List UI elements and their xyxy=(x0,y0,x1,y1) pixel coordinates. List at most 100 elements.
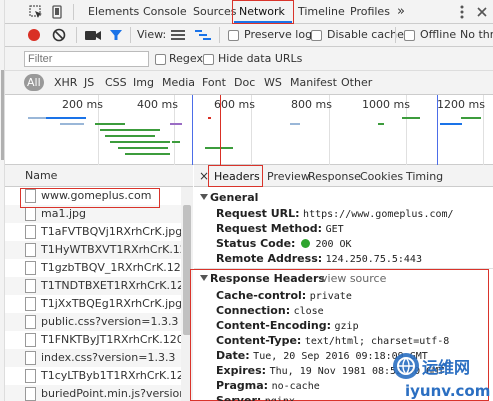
general-section-title[interactable]: General xyxy=(210,191,258,204)
name-column-header[interactable]: Name xyxy=(25,169,57,183)
header-key: Pragma: xyxy=(216,379,269,392)
devtools-toolbar: Elements Console Sources Network Timelin… xyxy=(0,0,493,24)
selected-request-highlight xyxy=(20,188,160,208)
response-headers-section-title[interactable]: Response Headers xyxy=(210,272,325,285)
timeline-tick-label: 800 ms xyxy=(291,98,332,111)
header-key: Connection: xyxy=(216,304,291,317)
waterfall-bar xyxy=(440,123,462,125)
request-detail-panel: × Headers Preview Response Cookies Timin… xyxy=(190,165,493,401)
filter-ws[interactable]: WS xyxy=(264,76,282,90)
waterfall-bar xyxy=(461,117,481,119)
filter-font[interactable]: Font xyxy=(202,76,226,90)
tab-sources[interactable]: Sources xyxy=(193,0,237,24)
window-edge xyxy=(0,0,5,401)
request-row[interactable]: buriedPoint.min.js?version=... xyxy=(0,385,181,401)
request-row[interactable]: T1aFVTBQVj1RXrhCrK.jpg xyxy=(0,223,181,241)
header-value: close xyxy=(293,306,324,317)
capture-screenshots-icon[interactable] xyxy=(85,29,101,41)
filter-icon[interactable] xyxy=(109,28,123,42)
tab-preview[interactable]: Preview xyxy=(267,170,310,183)
response-header-row: Connection: close xyxy=(216,304,324,319)
request-list-header: Name xyxy=(0,165,193,187)
tab-timeline[interactable]: Timeline xyxy=(298,0,345,24)
disable-cache-checkbox[interactable] xyxy=(311,30,322,41)
record-icon[interactable] xyxy=(28,29,40,41)
tab-profiles[interactable]: Profiles xyxy=(350,0,390,24)
request-row[interactable]: T1TNDTBXET1RXrhCrK.120x... xyxy=(0,277,181,295)
controls-divider xyxy=(395,27,396,43)
file-icon xyxy=(25,243,36,257)
view-source-link[interactable]: view source xyxy=(321,272,386,286)
dock-side-menu-icon[interactable] xyxy=(460,5,464,19)
header-key: Status Code: xyxy=(216,237,296,250)
controls-divider xyxy=(76,27,77,43)
request-row[interactable]: T1jXxTBQEg1RXrhCrK.jpg xyxy=(0,295,181,313)
device-mode-icon[interactable] xyxy=(51,5,63,19)
request-row[interactable]: T1FNKTByJT1RXrhCrK.120x8... xyxy=(0,331,181,349)
response-headers-expand-arrow-icon[interactable] xyxy=(200,275,208,281)
filter-doc[interactable]: Doc xyxy=(234,76,255,90)
preserve-log-checkbox[interactable] xyxy=(228,30,239,41)
status-code-row: Status Code: 200 OK xyxy=(216,237,352,252)
request-rows: www.gomeplus.com ma1.jpg T1aFVTBQVj1RXrhCr… xyxy=(0,187,181,401)
hide-data-urls-label: Hide data URLs xyxy=(218,52,303,65)
timeline-tick-label: 1000 ms xyxy=(362,98,410,111)
request-name: T1gzbTBQV_1RXrhCrK.120x... xyxy=(41,261,181,274)
filter-other[interactable]: Other xyxy=(341,76,372,90)
filter-js[interactable]: JS xyxy=(84,76,94,90)
filter-media[interactable]: Media xyxy=(162,76,195,90)
filter-manifest[interactable]: Manifest xyxy=(290,76,337,90)
filter-bar: Regex Hide data URLs xyxy=(0,47,493,71)
file-icon xyxy=(25,225,36,239)
clear-icon[interactable] xyxy=(52,28,66,42)
response-header-row: Pragma: no-cache xyxy=(216,379,320,394)
view-label: View: xyxy=(137,28,167,41)
offline-checkbox[interactable] xyxy=(404,30,415,41)
header-key: Server: xyxy=(216,394,262,401)
response-header-row: Content-Encoding: gzip xyxy=(216,319,359,334)
request-row[interactable]: public.css?version=1.3.3 xyxy=(0,313,181,331)
tab-timing[interactable]: Timing xyxy=(406,170,443,183)
request-name: index.css?version=1.3.3 xyxy=(41,351,176,364)
waterfall-bar xyxy=(100,129,160,131)
request-name: T1cyLTByb1T1RXrhCrK.120x8... xyxy=(41,369,181,382)
request-row[interactable]: T1HyWTBXVT1RXrhCrK.120... xyxy=(0,241,181,259)
tab-network-underline xyxy=(234,21,292,23)
file-icon xyxy=(25,207,36,221)
waterfall-bar xyxy=(205,147,233,149)
hide-data-urls-checkbox[interactable] xyxy=(203,54,214,65)
request-name: T1TNDTBXET1RXrhCrK.120x... xyxy=(41,279,181,292)
network-overview-timeline[interactable]: 200 ms 400 ms 600 ms 800 ms 1000 ms 1200… xyxy=(0,95,493,165)
header-key: Content-Type: xyxy=(216,334,302,347)
tab-elements[interactable]: Elements xyxy=(88,0,139,24)
file-icon xyxy=(25,369,36,383)
file-icon xyxy=(25,351,36,365)
filter-xhr[interactable]: XHR xyxy=(54,76,77,90)
close-devtools-icon[interactable] xyxy=(476,6,488,18)
general-expand-arrow-icon[interactable] xyxy=(200,194,208,200)
waterfall-bar xyxy=(172,141,180,143)
tab-response[interactable]: Response xyxy=(308,170,361,183)
inspect-element-icon[interactable] xyxy=(29,5,43,19)
request-row[interactable]: index.css?version=1.3.3 xyxy=(0,349,181,367)
regex-checkbox[interactable] xyxy=(155,54,166,65)
load-event-marker xyxy=(220,95,221,165)
request-row[interactable]: T1cyLTByb1T1RXrhCrK.120x8... xyxy=(0,367,181,385)
waterfall-bar xyxy=(46,117,86,119)
large-rows-icon[interactable] xyxy=(171,29,185,41)
more-tabs-icon[interactable]: » xyxy=(397,0,405,24)
request-row[interactable]: T1gzbTBQV_1RXrhCrK.120x... xyxy=(0,259,181,277)
tab-cookies[interactable]: Cookies xyxy=(360,170,403,183)
tab-console[interactable]: Console xyxy=(143,0,187,24)
overview-waterfall-icon[interactable] xyxy=(195,29,211,41)
window-edge-scrollbar xyxy=(1,70,4,160)
filter-input[interactable] xyxy=(24,51,149,67)
waterfall-bar xyxy=(208,117,211,119)
waterfall-bar xyxy=(378,123,384,125)
header-key: Request URL: xyxy=(216,207,300,220)
filter-img[interactable]: Img xyxy=(133,76,154,90)
header-value: 200 OK xyxy=(315,239,352,250)
throttling-select[interactable]: No thro xyxy=(460,28,493,42)
filter-css[interactable]: CSS xyxy=(105,76,127,90)
header-key: Expires: xyxy=(216,364,267,377)
